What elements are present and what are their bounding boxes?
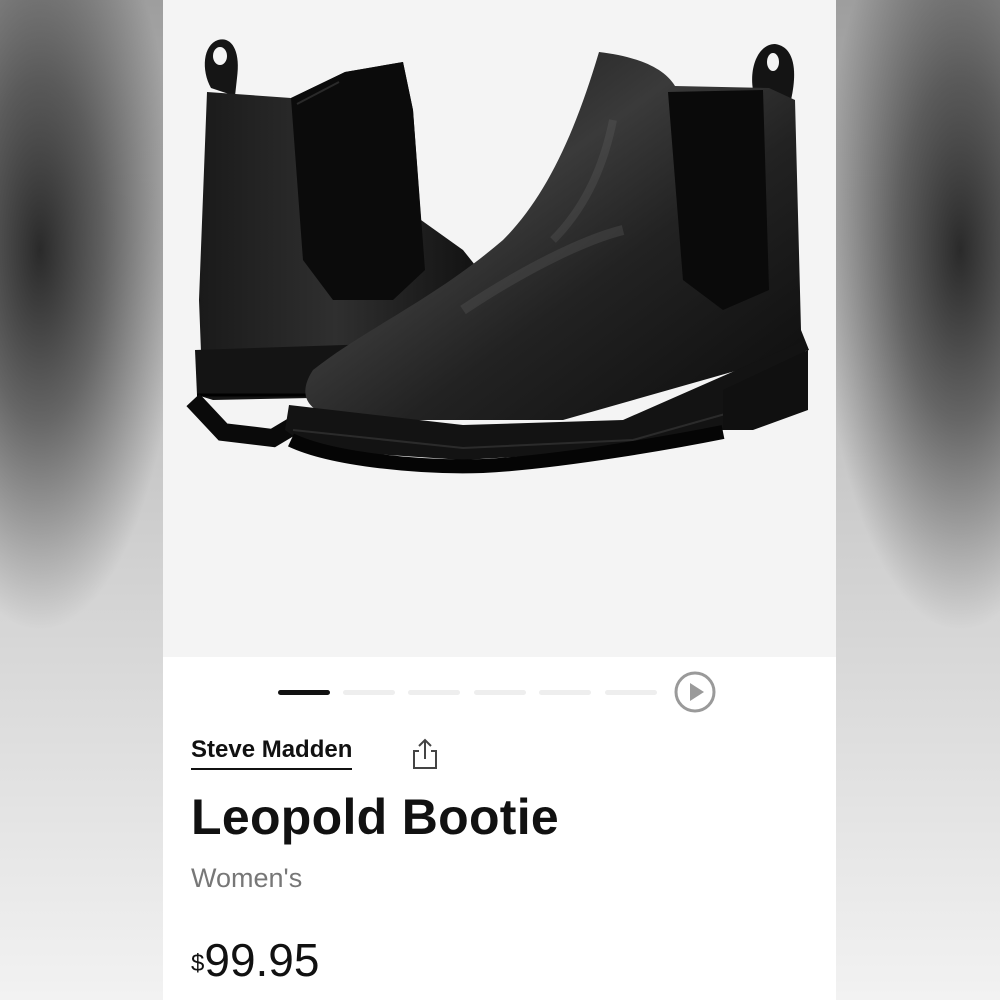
carousel-dot-3[interactable] [408, 690, 460, 695]
product-price: $99.95 [191, 932, 319, 1000]
carousel-dot-4[interactable] [474, 690, 526, 695]
image-carousel-pager [163, 669, 836, 719]
share-icon [413, 738, 437, 769]
product-screen: Steve Madden Leopold Bootie Women's $99.… [163, 0, 836, 1000]
product-gender: Women's [191, 863, 303, 893]
price-currency: $ [191, 950, 205, 977]
boots-illustration [186, 39, 809, 474]
carousel-dot-1[interactable] [278, 690, 330, 695]
carousel-dot-2[interactable] [343, 690, 395, 695]
carousel-dot-5[interactable] [539, 690, 591, 695]
brand-link[interactable]: Steve Madden [191, 733, 353, 770]
product-title: Leopold Bootie [191, 789, 560, 845]
share-button[interactable] [410, 737, 440, 771]
play-video-button[interactable] [674, 671, 716, 713]
carousel-dot-6[interactable] [605, 690, 657, 695]
product-image[interactable] [163, 0, 836, 657]
play-icon [674, 671, 716, 713]
price-amount: 99.95 [204, 934, 320, 986]
